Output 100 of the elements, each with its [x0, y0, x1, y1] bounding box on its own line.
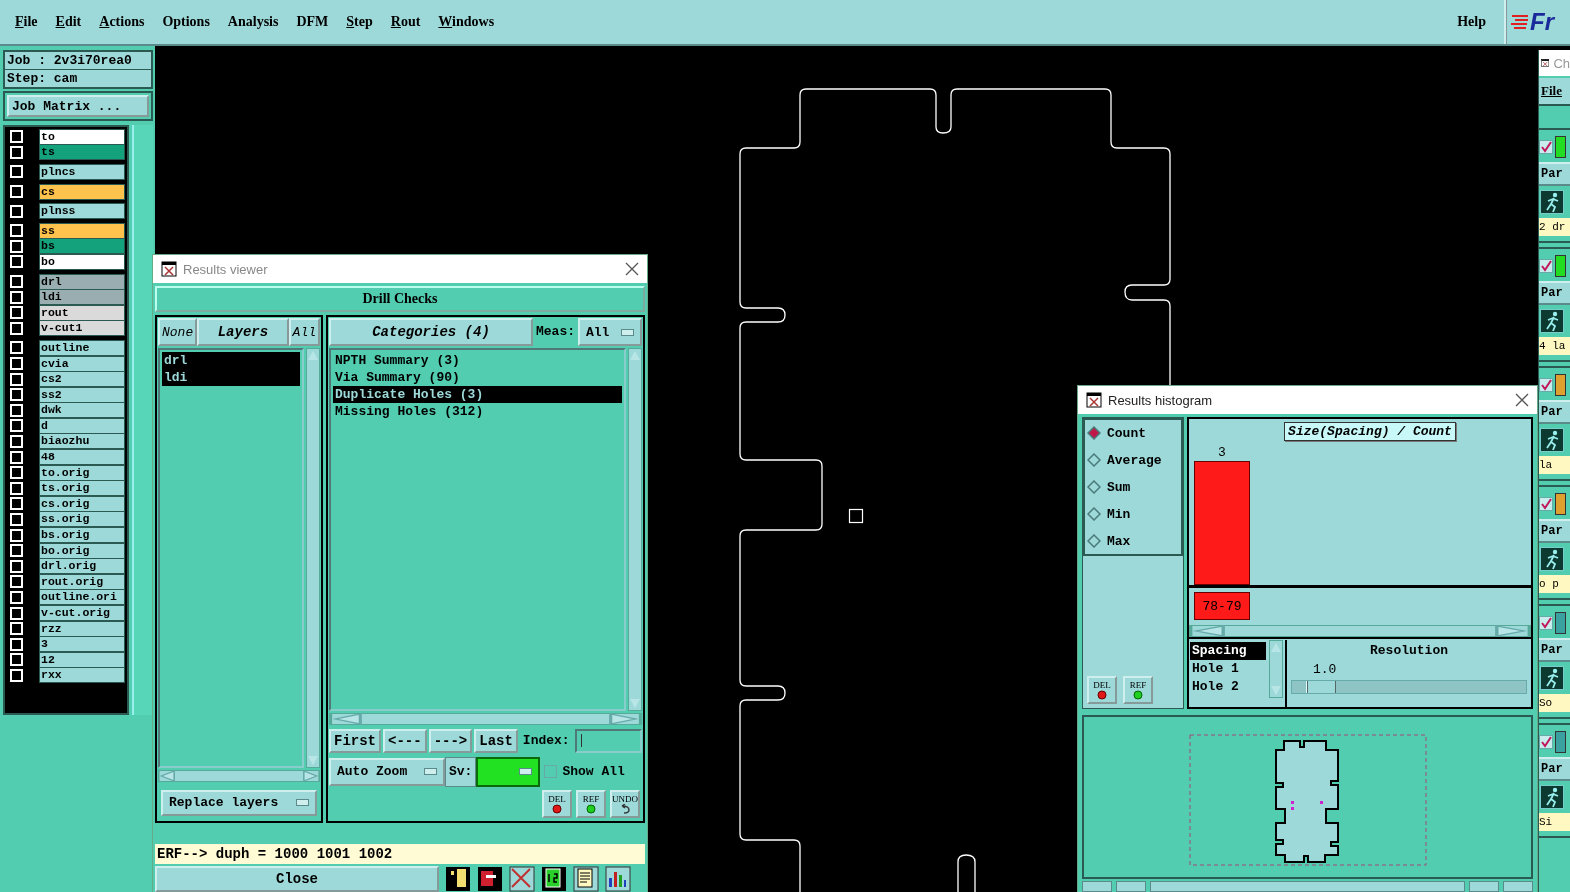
layer-checkbox[interactable] [10, 255, 23, 269]
checkbox[interactable] [1539, 616, 1553, 630]
layer-name[interactable]: plncs [39, 164, 125, 180]
layer-name[interactable]: to [39, 128, 125, 145]
parameters-button[interactable]: Par [1539, 638, 1570, 662]
radio-button[interactable] [1087, 534, 1101, 548]
crossed-out-icon[interactable] [509, 866, 535, 892]
checkbox[interactable] [1539, 497, 1553, 511]
menu-item[interactable]: File [1539, 83, 1562, 99]
checkbox[interactable] [1539, 259, 1553, 273]
slider-track[interactable] [1291, 680, 1527, 694]
layer-checkbox[interactable] [10, 466, 23, 480]
layer-checkbox[interactable] [10, 450, 23, 464]
layer-checkbox[interactable] [10, 275, 23, 289]
running-figure-icon[interactable] [1540, 190, 1564, 214]
layer-checkbox[interactable] [10, 481, 23, 495]
menu-item[interactable]: Edit [49, 12, 88, 32]
layer-checkbox[interactable] [10, 224, 23, 238]
checkbox[interactable] [1539, 735, 1553, 749]
menu-item[interactable]: DFM [290, 12, 335, 32]
menu-item[interactable]: Rout [384, 12, 427, 32]
layer-checkbox[interactable] [10, 622, 23, 636]
list-item[interactable]: NPTH Summary (3) [333, 352, 622, 369]
scrollbar[interactable] [1189, 625, 1531, 637]
scrollbar[interactable] [329, 712, 642, 725]
layer-checkbox[interactable] [10, 165, 23, 179]
layer-checkbox[interactable] [10, 306, 23, 320]
layer-name[interactable]: v-cut1 [39, 320, 125, 337]
parameters-button[interactable]: Par [1539, 281, 1570, 305]
slider-thumb[interactable] [1306, 681, 1337, 693]
layer-checkbox[interactable] [10, 185, 23, 199]
category-listbox[interactable]: NPTH Summary (3) Via Summary (90) Duplicate Holes (3) Missing Holes (312) [329, 348, 626, 711]
layer-checkbox[interactable] [10, 637, 23, 651]
layer-filter-button[interactable]: All [288, 318, 320, 346]
layer-name[interactable]: rxx [39, 667, 125, 684]
layer-checkbox[interactable] [10, 204, 23, 218]
layer-name[interactable]: ts.orig [39, 480, 125, 497]
split-icon[interactable] [445, 866, 471, 892]
navigation-button[interactable]: <--- [383, 728, 427, 753]
index-field[interactable] [574, 728, 642, 753]
layer-name[interactable]: outline.ori [39, 589, 125, 606]
radio-label[interactable]: Count [1107, 425, 1146, 441]
measure-dropdown[interactable]: All [578, 318, 642, 346]
menu-item[interactable]: Analysis [221, 12, 285, 32]
auto-zoom-dropdown[interactable]: Auto Zoom [329, 757, 445, 786]
action-button[interactable]: DEL [1087, 676, 1117, 704]
layer-checkbox[interactable] [10, 435, 23, 448]
navigation-button[interactable]: ---> [428, 728, 473, 753]
layer-name[interactable]: cs [39, 183, 125, 200]
list-item[interactable]: Spacing [1190, 642, 1266, 660]
layer-name[interactable]: bs.orig [39, 527, 125, 544]
checkbox[interactable] [1539, 140, 1553, 154]
radio-label[interactable]: Average [1107, 452, 1162, 468]
layer-name[interactable]: v-cut.orig [39, 605, 125, 621]
radio-button[interactable] [1087, 453, 1101, 467]
layer-checkbox[interactable] [10, 528, 23, 542]
layer-filter-button[interactable]: None [158, 318, 198, 346]
layer-checkbox[interactable] [10, 653, 23, 667]
radio-label[interactable]: Min [1107, 506, 1131, 522]
list-item[interactable]: Hole 2 [1190, 678, 1266, 696]
layer-checkbox[interactable] [10, 559, 23, 573]
show-all-checkbox[interactable] [544, 765, 558, 779]
list-item[interactable]: Hole 1 [1190, 660, 1266, 678]
running-figure-icon[interactable] [1540, 309, 1564, 333]
list-item[interactable]: Via Summary (90) [333, 369, 622, 386]
layer-checkbox[interactable] [10, 419, 23, 433]
layer-checkbox[interactable] [10, 130, 23, 144]
layer-checkbox[interactable] [10, 512, 23, 526]
layer-name[interactable]: bs [39, 238, 125, 255]
action-button[interactable]: REF [576, 789, 606, 818]
parameters-button[interactable]: Par [1539, 757, 1570, 781]
layer-name[interactable]: 48 [39, 449, 125, 466]
layer-checkbox[interactable] [10, 341, 23, 355]
severity-dropdown[interactable] [476, 756, 541, 787]
scrollbar[interactable] [628, 348, 642, 711]
layer-filter-button[interactable]: Layers [197, 318, 289, 346]
field-listbox[interactable]: Spacing Hole 1 Hole 2 [1189, 640, 1267, 707]
layer-name[interactable]: ldi [39, 289, 125, 306]
parameters-button[interactable]: Par [1539, 400, 1570, 424]
menu-item[interactable]: Actions [93, 12, 151, 32]
layer-name[interactable]: dwk [39, 402, 125, 419]
layer-checkbox[interactable] [10, 590, 23, 604]
layer-checkbox[interactable] [10, 403, 23, 417]
layer-listbox[interactable]: drl ldi [158, 348, 304, 768]
action-button[interactable]: DEL [542, 789, 572, 818]
page-icon[interactable] [541, 866, 567, 892]
menu-item[interactable]: Help [1451, 12, 1492, 32]
layer-checkbox[interactable] [10, 357, 23, 370]
menu-item[interactable]: File [9, 12, 44, 32]
menu-item[interactable]: Options [156, 12, 216, 32]
replace-layers-dropdown[interactable]: Replace layers [161, 789, 317, 816]
list-item[interactable]: drl [162, 352, 300, 369]
close-button[interactable]: Close [155, 866, 439, 892]
layer-checkbox[interactable] [10, 321, 23, 335]
layer-checkbox[interactable] [10, 575, 23, 589]
layer-name[interactable]: cs2 [39, 371, 125, 388]
layer-name[interactable]: plnss [39, 203, 125, 220]
close-icon[interactable] [1515, 393, 1529, 407]
document-icon[interactable] [573, 866, 599, 892]
layer-name[interactable]: drl [39, 273, 125, 290]
